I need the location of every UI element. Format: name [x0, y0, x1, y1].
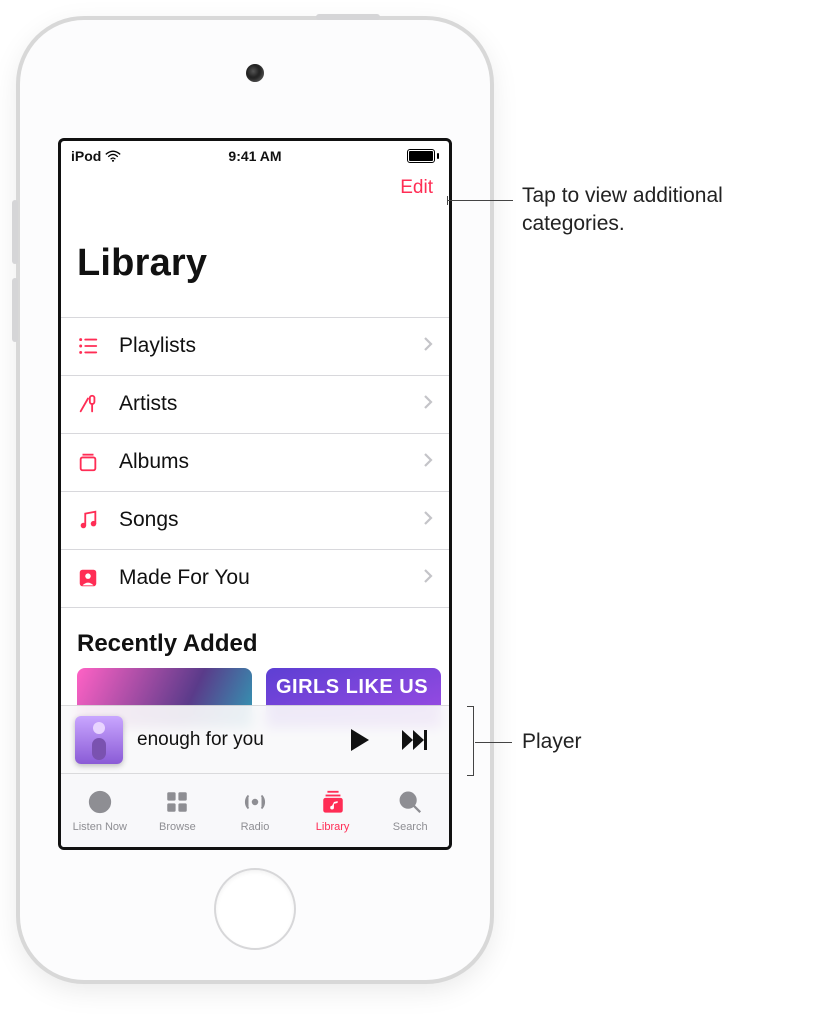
- song-icon: [77, 509, 107, 531]
- tab-label: Library: [316, 821, 350, 833]
- tab-radio[interactable]: Radio: [216, 774, 294, 847]
- forward-icon: [399, 725, 429, 755]
- category-row-artists[interactable]: Artists: [61, 376, 449, 434]
- category-label: Made For You: [107, 566, 423, 590]
- artist-icon: [77, 393, 107, 415]
- tab-label: Listen Now: [73, 821, 127, 833]
- now-playing-art: [75, 716, 123, 764]
- recently-added-header: Recently Added: [61, 608, 449, 668]
- home-button[interactable]: [214, 868, 296, 950]
- volume-up-button: [12, 200, 18, 264]
- category-label: Songs: [107, 508, 423, 532]
- chevron-right-icon: [423, 568, 433, 589]
- documentation-figure: iPod 9:41 AM Edit Library: [0, 0, 827, 1032]
- chevron-right-icon: [423, 452, 433, 473]
- category-list: Playlists Artists Albums: [61, 317, 449, 608]
- ipod-device-frame: iPod 9:41 AM Edit Library: [20, 20, 490, 980]
- screen: iPod 9:41 AM Edit Library: [58, 138, 452, 850]
- page-title: Library: [61, 224, 449, 291]
- library-icon: [319, 789, 347, 818]
- play-circle-icon: [86, 789, 114, 818]
- now-playing-title: enough for you: [137, 729, 323, 751]
- play-button[interactable]: [337, 721, 379, 759]
- tab-listen-now[interactable]: Listen Now: [61, 774, 139, 847]
- tab-bar: Listen Now Browse Radio Library Search: [61, 773, 449, 847]
- callout-leader: [447, 200, 513, 201]
- grid-icon: [163, 789, 191, 818]
- category-label: Artists: [107, 392, 423, 416]
- playlist-icon: [77, 335, 107, 357]
- tab-label: Browse: [159, 821, 196, 833]
- callout-edit: Tap to view additional categories.: [522, 182, 802, 239]
- tab-library[interactable]: Library: [294, 774, 372, 847]
- category-row-songs[interactable]: Songs: [61, 492, 449, 550]
- category-label: Albums: [107, 450, 423, 474]
- callout-leader: [475, 742, 512, 743]
- play-icon: [343, 725, 373, 755]
- album-icon: [77, 451, 107, 473]
- next-track-button[interactable]: [393, 721, 435, 759]
- radio-icon: [241, 789, 269, 818]
- callout-bracket: [473, 706, 474, 776]
- tab-search[interactable]: Search: [371, 774, 449, 847]
- chevron-right-icon: [423, 394, 433, 415]
- tab-browse[interactable]: Browse: [139, 774, 217, 847]
- battery-icon: [407, 149, 439, 163]
- category-row-playlists[interactable]: Playlists: [61, 317, 449, 376]
- sleep-wake-button: [316, 14, 380, 20]
- madeforyou-icon: [77, 567, 107, 589]
- carrier-label: iPod: [71, 148, 101, 164]
- chevron-right-icon: [423, 336, 433, 357]
- category-row-made-for-you[interactable]: Made For You: [61, 550, 449, 608]
- nav-bar: Edit: [61, 169, 449, 199]
- search-icon: [396, 789, 424, 818]
- callout-player: Player: [522, 728, 722, 756]
- edit-button[interactable]: Edit: [400, 177, 433, 199]
- status-bar: iPod 9:41 AM: [61, 141, 449, 169]
- mini-player[interactable]: enough for you: [61, 705, 449, 774]
- status-left: iPod: [71, 148, 121, 164]
- tab-label: Search: [393, 821, 428, 833]
- tab-label: Radio: [241, 821, 270, 833]
- volume-down-button: [12, 278, 18, 342]
- category-label: Playlists: [107, 334, 423, 358]
- chevron-right-icon: [423, 510, 433, 531]
- category-row-albums[interactable]: Albums: [61, 434, 449, 492]
- front-camera: [246, 64, 264, 82]
- wifi-icon: [105, 150, 121, 162]
